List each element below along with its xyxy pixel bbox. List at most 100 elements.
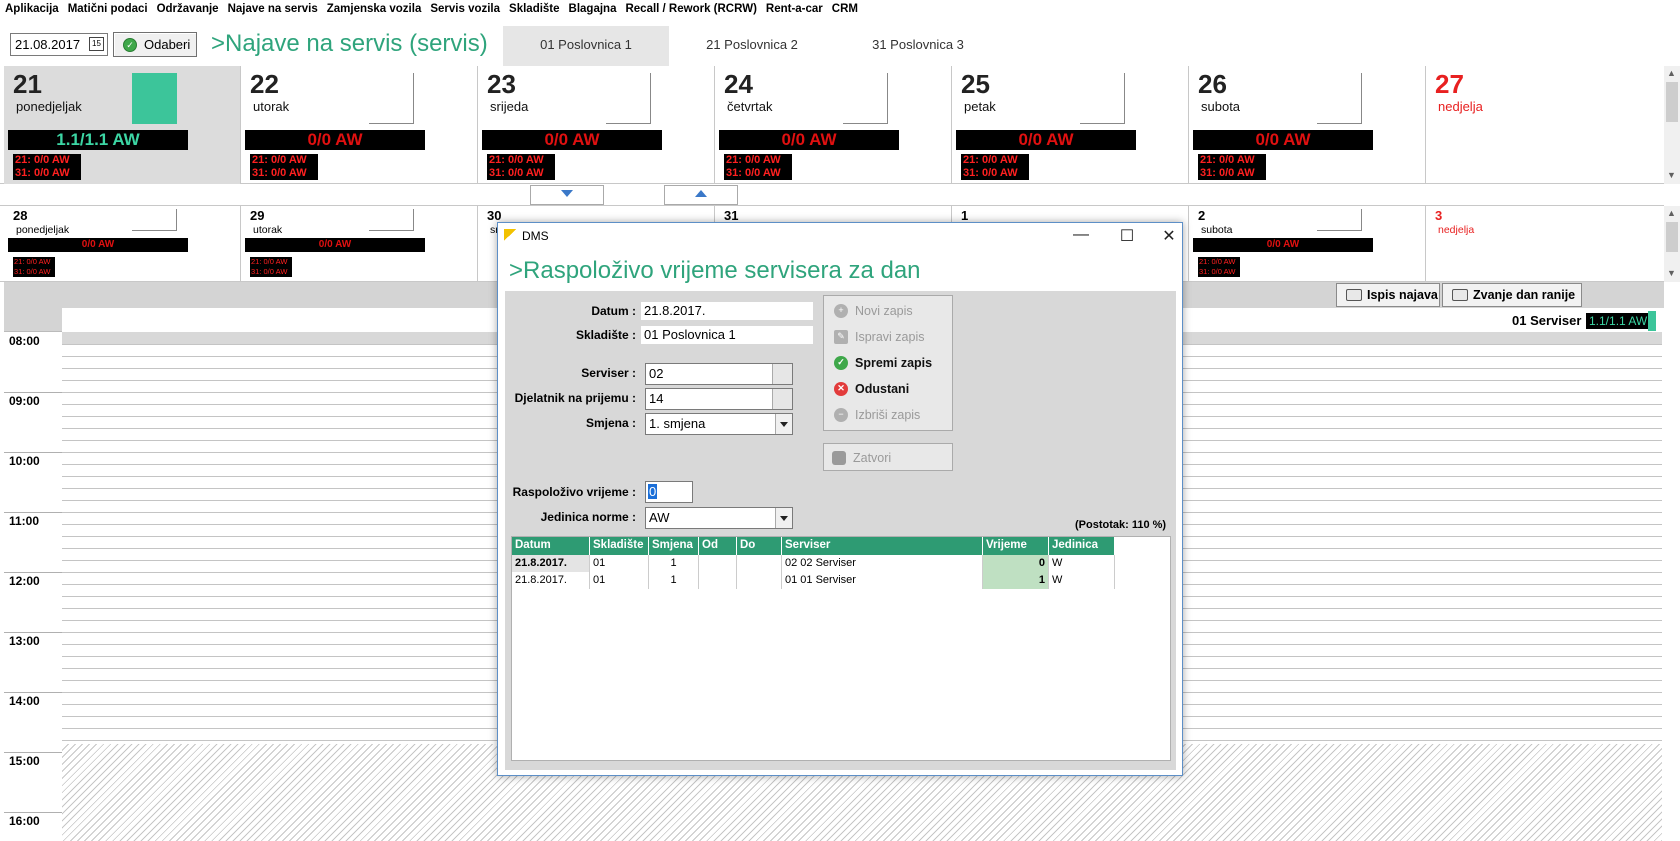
col-header-do[interactable]: Do xyxy=(737,537,782,555)
day-cell[interactable]: 26 subota 0/0 AW 21: 0/0 AW 31: 0/0 AW xyxy=(1189,66,1426,184)
scroll-thumb[interactable] xyxy=(1666,82,1678,122)
chevron-down-icon[interactable] xyxy=(775,508,792,528)
smjena-select[interactable]: 1. smjena xyxy=(645,413,793,435)
scroll-up-icon[interactable]: ▲ xyxy=(1667,68,1676,78)
scroll-thumb[interactable] xyxy=(1666,222,1678,252)
postotak-text: (Postotak: 110 %) xyxy=(1075,519,1167,531)
scroll-down-icon[interactable]: ▼ xyxy=(1667,170,1676,180)
chevron-down-icon[interactable] xyxy=(775,414,792,434)
raspolozivo-input[interactable]: 0 xyxy=(645,481,693,503)
odaberi-button[interactable]: ✓ Odaberi xyxy=(113,32,197,57)
cell-jedinica[interactable]: W xyxy=(1049,572,1115,589)
aw-branch-31: 31: 0/0 AW xyxy=(250,267,292,277)
cell-smjena[interactable]: 1 xyxy=(649,555,699,572)
cell-do[interactable] xyxy=(737,555,782,572)
calendar-icon[interactable]: 15 xyxy=(89,37,104,51)
jedinica-value: AW xyxy=(649,510,670,525)
col-header-vrijeme[interactable]: Vrijeme xyxy=(983,537,1049,555)
ispis-najava-label: Ispis najava xyxy=(1367,288,1438,302)
col-header-skladiste[interactable]: Skladište xyxy=(590,537,649,555)
scroll-down-icon[interactable]: ▼ xyxy=(1667,268,1676,278)
day-cell[interactable]: 21 ponedjeljak 1.1/1.1 AW 21: 0/0 AW 31:… xyxy=(4,66,241,184)
menu-maticni-podaci[interactable]: Matični podaci xyxy=(63,0,152,15)
aw-branch-31: 31: 0/0 AW xyxy=(1198,267,1240,277)
col-header-serviser[interactable]: Serviser xyxy=(782,537,983,555)
ispis-najava-button[interactable]: Ispis najava xyxy=(1336,283,1440,307)
cell-od[interactable] xyxy=(699,572,737,589)
maximize-icon[interactable]: ☐ xyxy=(1112,226,1142,246)
col-header-jedinica[interactable]: Jedinica xyxy=(1049,537,1115,555)
day-cell[interactable]: 28 ponedjeljak 0/0 AW 21: 0/0 AW 31: 0/0… xyxy=(4,206,241,282)
week1-scrollbar[interactable]: ▲ ▼ xyxy=(1664,66,1680,184)
raspolozivo-value: 0 xyxy=(648,484,658,499)
hour-divider xyxy=(4,512,62,513)
menu-odrzavanje[interactable]: Održavanje xyxy=(152,0,223,15)
prev-week-button[interactable] xyxy=(664,185,738,205)
col-header-od[interactable]: Od xyxy=(699,537,737,555)
menu-najave-na-servis[interactable]: Najave na servis xyxy=(223,0,322,15)
week2-scrollbar[interactable]: ▲ ▼ xyxy=(1664,206,1680,282)
ispravi-zapis-button[interactable]: ✎ Ispravi zapis xyxy=(826,324,950,349)
jedinica-select[interactable]: AW xyxy=(645,507,793,529)
lookup-button[interactable] xyxy=(772,364,792,384)
cell-od[interactable] xyxy=(699,555,737,572)
novi-zapis-button[interactable]: + Novi zapis xyxy=(826,298,950,323)
tab-poslovnica-1[interactable]: 01 Poslovnica 1 xyxy=(503,26,669,66)
menu-blagajna[interactable]: Blagajna xyxy=(564,0,621,15)
serviser-field[interactable]: 02 xyxy=(645,363,793,385)
menu-recall-rework[interactable]: Recall / Rework (RCRW) xyxy=(620,0,760,15)
day-cell[interactable]: 3 nedjelja xyxy=(1426,206,1664,282)
lookup-button[interactable] xyxy=(772,389,792,409)
day-name: srijeda xyxy=(490,99,529,114)
menu-servis-vozila[interactable]: Servis vozila xyxy=(425,0,504,15)
minimize-icon[interactable]: — xyxy=(1066,226,1096,246)
cell-skladiste[interactable]: 01 xyxy=(590,572,649,589)
tab-poslovnica-2[interactable]: 21 Poslovnica 2 xyxy=(669,26,835,66)
menu-skladiste[interactable]: Skladište xyxy=(504,0,564,15)
cell-datum[interactable]: 21.8.2017. xyxy=(512,572,590,589)
day-cell[interactable]: 22 utorak 0/0 AW 21: 0/0 AW 31: 0/0 AW xyxy=(241,66,478,184)
serviser-value: 02 xyxy=(649,366,664,381)
cell-serviser[interactable]: 02 02 Serviser xyxy=(782,555,983,572)
plus-icon: + xyxy=(834,304,848,318)
day-cell[interactable]: 23 srijeda 0/0 AW 21: 0/0 AW 31: 0/0 AW xyxy=(478,66,715,184)
day-number: 25 xyxy=(961,69,990,99)
col-header-datum[interactable]: Datum xyxy=(512,537,590,555)
time-label: 15:00 xyxy=(9,754,40,768)
odustani-button[interactable]: ✕ Odustani xyxy=(826,376,950,401)
close-icon[interactable]: ✕ xyxy=(1154,226,1184,246)
day-cell[interactable]: 27 nedjelja xyxy=(1426,66,1664,184)
cell-vrijeme[interactable]: 0 xyxy=(983,555,1049,572)
col-header-smjena[interactable]: Smjena xyxy=(649,537,699,555)
cell-vrijeme[interactable]: 1 xyxy=(983,572,1049,589)
zatvori-button[interactable]: Zatvori xyxy=(823,443,953,471)
menu-crm[interactable]: CRM xyxy=(827,0,862,15)
zvanje-dan-ranije-button[interactable]: Zvanje dan ranije xyxy=(1442,283,1582,307)
izbrisi-zapis-button[interactable]: − Izbriši zapis xyxy=(826,402,950,427)
menu-zamjenska-vozila[interactable]: Zamjenska vozila xyxy=(322,0,426,15)
menu-aplikacija[interactable]: Aplikacija xyxy=(0,0,63,15)
cell-do[interactable] xyxy=(737,572,782,589)
day-cell[interactable]: 2 subota 0/0 AW 21: 0/0 AW 31: 0/0 AW xyxy=(1189,206,1426,282)
capacity-indicator xyxy=(369,209,414,231)
day-cell[interactable]: 29 utorak 0/0 AW 21: 0/0 AW 31: 0/0 AW xyxy=(241,206,478,282)
scroll-up-icon[interactable]: ▲ xyxy=(1667,208,1676,218)
day-cell[interactable]: 24 četvrtak 0/0 AW 21: 0/0 AW 31: 0/0 AW xyxy=(715,66,952,184)
odustani-label: Odustani xyxy=(855,382,910,396)
next-week-button[interactable] xyxy=(530,185,604,205)
spremi-zapis-button[interactable]: ✓ Spremi zapis xyxy=(826,350,950,375)
ispravi-zapis-label: Ispravi zapis xyxy=(855,330,925,344)
cell-serviser[interactable]: 01 01 Serviser xyxy=(782,572,983,589)
dialog-titlebar[interactable]: DMS — ☐ ✕ xyxy=(498,223,1182,249)
cell-jedinica[interactable]: W xyxy=(1049,555,1115,572)
tab-poslovnica-3[interactable]: 31 Poslovnica 3 xyxy=(835,26,1001,66)
aw-branch-21: 21: 0/0 AW xyxy=(961,154,1029,167)
cell-skladiste[interactable]: 01 xyxy=(590,555,649,572)
menu-rent-a-car[interactable]: Rent-a-car xyxy=(761,0,827,15)
djelatnik-field[interactable]: 14 xyxy=(645,388,793,410)
cell-datum[interactable]: 21.8.2017. xyxy=(512,555,590,572)
time-column: 08:00 09:00 10:00 11:00 12:00 13:00 14:0… xyxy=(4,308,62,841)
cell-smjena[interactable]: 1 xyxy=(649,572,699,589)
day-cell[interactable]: 25 petak 0/0 AW 21: 0/0 AW 31: 0/0 AW xyxy=(952,66,1189,184)
records-table[interactable]: Datum Skladište Smjena Od Do Serviser Vr… xyxy=(511,536,1171,761)
